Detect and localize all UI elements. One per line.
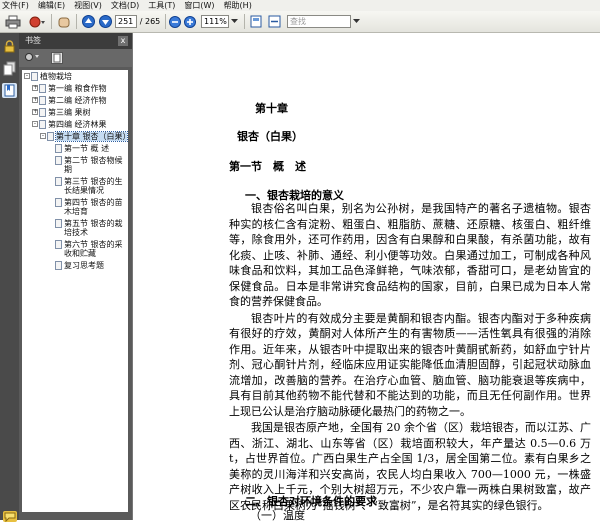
- pages-icon: [3, 61, 16, 76]
- security-button[interactable]: [2, 39, 17, 54]
- menu-bar: 文件(F) 编辑(E) 视图(V) 文档(D) 工具(T) 窗口(W) 帮助(H…: [0, 0, 600, 11]
- menu-tools[interactable]: 工具(T): [148, 0, 175, 11]
- bookmark-label: 第三节 银杏的生长结果情况: [64, 177, 123, 195]
- toolbar-separator: [165, 14, 166, 29]
- comments-button[interactable]: [3, 511, 17, 523]
- chapter-title: 银杏（白果）: [237, 130, 303, 143]
- page-total-label: / 265: [139, 17, 161, 26]
- bookmark-icon: [39, 96, 46, 105]
- bookmark-icon: [55, 144, 62, 153]
- navigation-rail: [0, 33, 19, 523]
- gear-icon: [25, 53, 39, 61]
- collapse-icon[interactable]: -: [40, 133, 46, 139]
- bookmark-icon: [55, 240, 62, 249]
- menu-window[interactable]: 窗口(W): [184, 0, 214, 11]
- zoom-out-icon: [169, 15, 181, 28]
- menu-document[interactable]: 文档(D): [111, 0, 139, 11]
- panel-options-bar: [19, 49, 132, 67]
- fit-width-icon: [268, 15, 280, 28]
- next-page-button[interactable]: [98, 14, 112, 29]
- chevron-down-icon: [352, 19, 360, 23]
- bookmark-icon: [55, 219, 62, 228]
- bookmark-label: 复习思考题: [64, 261, 104, 270]
- bookmark-label: 第二编 经济作物: [48, 96, 107, 105]
- bookmark-icon: [39, 84, 46, 93]
- expand-icon[interactable]: +: [32, 97, 38, 103]
- arrow-up-icon: [81, 15, 95, 28]
- bookmark-label: 第二节 银杏物候期: [64, 156, 123, 174]
- bookmark-icon: [55, 198, 62, 207]
- share-button[interactable]: [27, 14, 47, 29]
- search-input[interactable]: 查找: [287, 15, 351, 28]
- bookmark-label: 第十章 银杏（白果）: [55, 131, 128, 142]
- new-bookmark-button[interactable]: [51, 52, 63, 64]
- options-menu-button[interactable]: [24, 52, 44, 64]
- toolbar-separator: [76, 14, 77, 29]
- zoom-out-button[interactable]: [168, 14, 182, 29]
- bookmark-label: 第六节 银杏的采收和贮藏: [64, 240, 123, 258]
- bookmark-icon: [47, 132, 54, 141]
- chevron-down-icon: [230, 19, 238, 23]
- toolbar: 251 / 265 111% 查找: [0, 11, 600, 33]
- zoom-level-field[interactable]: 111%: [201, 15, 229, 28]
- paragraph: 银杏俗名叫白果，别名为公孙树，是我国特产的著名子遗植物。银杏种实的核仁含有淀粉、…: [229, 202, 591, 308]
- bookmarks-button[interactable]: [2, 83, 17, 98]
- collapse-icon[interactable]: -: [24, 73, 30, 79]
- bookmark-icon: [55, 156, 62, 165]
- paragraph: 银杏叶片的有效成分主要是黄酮和银杏内酯。银杏内酯对于多种疾病有很好的疗效，黄酮对…: [229, 311, 591, 418]
- expand-icon[interactable]: +: [32, 109, 38, 115]
- collapse-icon[interactable]: -: [32, 121, 38, 127]
- page-number-input[interactable]: 251: [115, 15, 137, 28]
- fit-page-icon: [250, 15, 262, 28]
- bookmark-label: 第一编 粮食作物: [48, 84, 107, 93]
- search-dropdown-button[interactable]: [352, 14, 360, 29]
- pages-button[interactable]: [2, 61, 17, 76]
- bookmark-icon: [55, 261, 62, 270]
- bookmark-icon: [39, 120, 46, 129]
- hand-icon: [58, 17, 70, 27]
- heading-temperature: （一）温度: [250, 509, 305, 522]
- print-button[interactable]: [4, 14, 22, 29]
- menu-edit[interactable]: 编辑(E): [38, 0, 65, 11]
- share-icon: [29, 16, 45, 27]
- chapter-number: 第十章: [255, 102, 288, 115]
- bookmarks-panel: 书签 x - 植物栽培 + 第一编 粮食作物 + 第二编 经济作物 + 第三编 果树 - 第四编 …: [19, 33, 132, 520]
- menu-help[interactable]: 帮助(H): [224, 0, 252, 11]
- panel-title: 书签: [19, 33, 132, 49]
- bookmark-label: 植物栽培: [40, 72, 72, 81]
- toolbar-separator: [244, 14, 245, 29]
- arrow-down-icon: [98, 15, 112, 28]
- fit-page-button[interactable]: [248, 14, 264, 29]
- zoom-in-button[interactable]: [183, 14, 197, 29]
- expand-icon[interactable]: +: [32, 85, 38, 91]
- bookmark-label: 第一节 概 述: [64, 144, 110, 153]
- bookmark-icon: [55, 177, 62, 186]
- previous-page-button[interactable]: [81, 14, 95, 29]
- fit-width-button[interactable]: [266, 14, 282, 29]
- section-title: 第一节 概 述: [229, 160, 306, 173]
- bookmark-icon: [31, 72, 38, 81]
- print-icon: [5, 15, 21, 28]
- menu-file[interactable]: 文件(F): [2, 0, 29, 11]
- document-body: 银杏俗名叫白果，别名为公孙树，是我国特产的著名子遗植物。银杏种实的核仁含有淀粉、…: [229, 201, 591, 513]
- toolbar-separator: [51, 14, 52, 29]
- menu-view[interactable]: 视图(V): [74, 0, 102, 11]
- lock-icon: [4, 40, 15, 53]
- bookmark-tree: - 植物栽培 + 第一编 粮食作物 + 第二编 经济作物 + 第三编 果树 - 第四编 经济林果 -…: [22, 70, 128, 512]
- zoom-in-icon: [184, 15, 196, 28]
- bookmark-label: 第三编 果树: [48, 108, 91, 117]
- bookmark-label: 第四节 银杏的苗木培育: [64, 198, 123, 216]
- comment-icon: [4, 512, 16, 523]
- bookmark-icon: [39, 108, 46, 117]
- zoom-dropdown-button[interactable]: [230, 14, 238, 29]
- bookmark-label: 第五节 银杏的栽培技术: [64, 219, 123, 237]
- document-icon: [53, 53, 61, 63]
- bookmark-label: 第四编 经济林果: [48, 120, 107, 129]
- hand-tool-button[interactable]: [56, 14, 72, 29]
- bookmark-icon: [4, 84, 15, 97]
- panel-close-button[interactable]: x: [118, 36, 128, 46]
